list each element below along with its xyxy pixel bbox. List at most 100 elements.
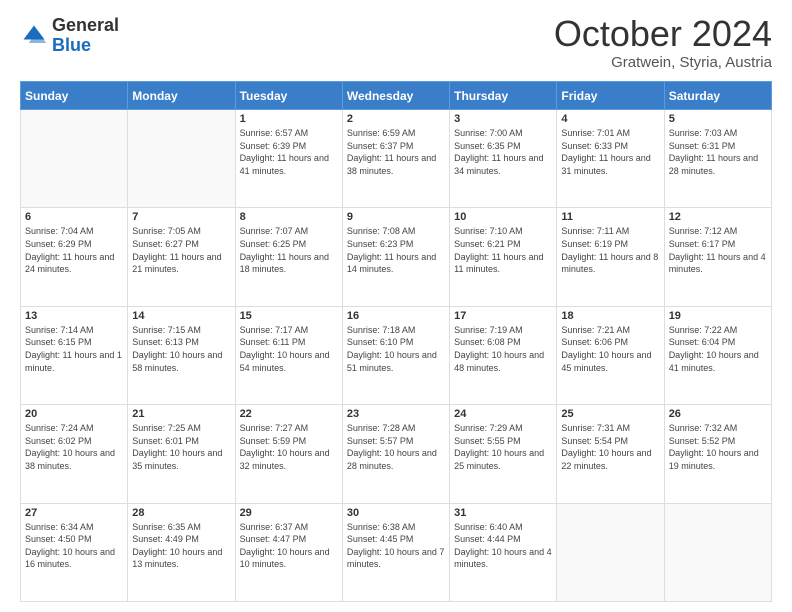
day-info: Sunrise: 7:07 AMSunset: 6:25 PMDaylight:… — [240, 225, 338, 275]
day-info: Sunrise: 7:05 AMSunset: 6:27 PMDaylight:… — [132, 225, 230, 275]
day-info: Sunrise: 7:04 AMSunset: 6:29 PMDaylight:… — [25, 225, 123, 275]
day-number: 24 — [454, 408, 552, 420]
day-info: Sunrise: 7:15 AMSunset: 6:13 PMDaylight:… — [132, 324, 230, 374]
day-info: Sunrise: 7:24 AMSunset: 6:02 PMDaylight:… — [25, 422, 123, 472]
calendar-cell: 9 Sunrise: 7:08 AMSunset: 6:23 PMDaylight… — [342, 208, 449, 306]
day-number: 19 — [669, 310, 767, 322]
day-number: 12 — [669, 211, 767, 223]
day-info: Sunrise: 6:57 AMSunset: 6:39 PMDaylight:… — [240, 127, 338, 177]
calendar-cell: 24 Sunrise: 7:29 AMSunset: 5:55 PMDayligh… — [450, 405, 557, 503]
calendar-cell: 7Sunrise: 7:05 AMSunset: 6:27 PMDaylight… — [128, 208, 235, 306]
header: General Blue October 2024 Gratwein, Styr… — [20, 16, 772, 71]
day-info: Sunrise: 7:12 AMSunset: 6:17 PMDaylight:… — [669, 225, 767, 275]
weekday-header: Tuesday — [235, 82, 342, 110]
day-info: Sunrise: 7:21 AMSunset: 6:06 PMDaylight:… — [561, 324, 659, 374]
day-number: 21 — [132, 408, 230, 420]
day-info: Sunrise: 6:38 AMSunset: 4:45 PMDaylight:… — [347, 521, 445, 571]
weekday-header: Monday — [128, 82, 235, 110]
calendar-cell: 12 Sunrise: 7:12 AMSunset: 6:17 PMDayligh… — [664, 208, 771, 306]
calendar-cell — [128, 110, 235, 208]
day-number: 14 — [132, 310, 230, 322]
calendar-table: SundayMondayTuesdayWednesdayThursdayFrid… — [20, 81, 772, 602]
weekday-header: Friday — [557, 82, 664, 110]
day-number: 1 — [240, 113, 338, 125]
location: Gratwein, Styria, Austria — [554, 54, 772, 71]
day-info: Sunrise: 7:10 AMSunset: 6:21 PMDaylight:… — [454, 225, 552, 275]
day-info: Sunrise: 7:01 AMSunset: 6:33 PMDaylight:… — [561, 127, 659, 177]
calendar-cell: 31Sunrise: 6:40 AMSunset: 4:44 PMDayligh… — [450, 503, 557, 601]
page: General Blue October 2024 Gratwein, Styr… — [0, 0, 792, 612]
calendar-cell: 22 Sunrise: 7:27 AMSunset: 5:59 PMDayligh… — [235, 405, 342, 503]
logo-blue-text: Blue — [52, 35, 91, 55]
weekday-header: Sunday — [21, 82, 128, 110]
day-number: 3 — [454, 113, 552, 125]
logo: General Blue — [20, 16, 119, 56]
day-number: 10 — [454, 211, 552, 223]
day-number: 18 — [561, 310, 659, 322]
weekday-header: Thursday — [450, 82, 557, 110]
calendar-cell: 28 Sunrise: 6:35 AMSunset: 4:49 PMDayligh… — [128, 503, 235, 601]
day-info: Sunrise: 7:28 AMSunset: 5:57 PMDaylight:… — [347, 422, 445, 472]
day-info: Sunrise: 7:08 AMSunset: 6:23 PMDaylight:… — [347, 225, 445, 275]
calendar-cell: 11Sunrise: 7:11 AMSunset: 6:19 PMDayligh… — [557, 208, 664, 306]
calendar-cell: 29 Sunrise: 6:37 AMSunset: 4:47 PMDayligh… — [235, 503, 342, 601]
calendar-cell: 19 Sunrise: 7:22 AMSunset: 6:04 PMDayligh… — [664, 306, 771, 404]
day-info: Sunrise: 7:31 AMSunset: 5:54 PMDaylight:… — [561, 422, 659, 472]
day-number: 17 — [454, 310, 552, 322]
day-info: Sunrise: 7:11 AMSunset: 6:19 PMDaylight:… — [561, 225, 659, 275]
day-info: Sunrise: 7:17 AMSunset: 6:11 PMDaylight:… — [240, 324, 338, 374]
calendar-cell: 10 Sunrise: 7:10 AMSunset: 6:21 PMDayligh… — [450, 208, 557, 306]
calendar-week-row: 13Sunrise: 7:14 AMSunset: 6:15 PMDayligh… — [21, 306, 772, 404]
day-info: Sunrise: 6:37 AMSunset: 4:47 PMDaylight:… — [240, 521, 338, 571]
day-number: 30 — [347, 507, 445, 519]
day-number: 4 — [561, 113, 659, 125]
calendar-cell: 30 Sunrise: 6:38 AMSunset: 4:45 PMDayligh… — [342, 503, 449, 601]
day-info: Sunrise: 7:25 AMSunset: 6:01 PMDaylight:… — [132, 422, 230, 472]
day-number: 20 — [25, 408, 123, 420]
calendar-cell: 1 Sunrise: 6:57 AMSunset: 6:39 PMDaylight… — [235, 110, 342, 208]
day-number: 5 — [669, 113, 767, 125]
calendar-cell: 16Sunrise: 7:18 AMSunset: 6:10 PMDayligh… — [342, 306, 449, 404]
day-number: 22 — [240, 408, 338, 420]
calendar-week-row: 1 Sunrise: 6:57 AMSunset: 6:39 PMDaylight… — [21, 110, 772, 208]
day-number: 29 — [240, 507, 338, 519]
day-number: 28 — [132, 507, 230, 519]
calendar-cell: 21 Sunrise: 7:25 AMSunset: 6:01 PMDayligh… — [128, 405, 235, 503]
calendar-cell: 17 Sunrise: 7:19 AMSunset: 6:08 PMDayligh… — [450, 306, 557, 404]
day-number: 8 — [240, 211, 338, 223]
day-number: 25 — [561, 408, 659, 420]
logo-text: General Blue — [52, 16, 119, 56]
calendar-cell: 26Sunrise: 7:32 AMSunset: 5:52 PMDayligh… — [664, 405, 771, 503]
weekday-header: Wednesday — [342, 82, 449, 110]
calendar-cell: 25 Sunrise: 7:31 AMSunset: 5:54 PMDayligh… — [557, 405, 664, 503]
day-info: Sunrise: 6:34 AMSunset: 4:50 PMDaylight:… — [25, 521, 123, 571]
day-info: Sunrise: 6:35 AMSunset: 4:49 PMDaylight:… — [132, 521, 230, 571]
day-number: 2 — [347, 113, 445, 125]
day-info: Sunrise: 7:27 AMSunset: 5:59 PMDaylight:… — [240, 422, 338, 472]
calendar-cell: 18 Sunrise: 7:21 AMSunset: 6:06 PMDayligh… — [557, 306, 664, 404]
calendar-cell: 3Sunrise: 7:00 AMSunset: 6:35 PMDaylight… — [450, 110, 557, 208]
logo-icon — [20, 22, 48, 50]
day-number: 31 — [454, 507, 552, 519]
calendar-week-row: 20 Sunrise: 7:24 AMSunset: 6:02 PMDayligh… — [21, 405, 772, 503]
day-info: Sunrise: 7:03 AMSunset: 6:31 PMDaylight:… — [669, 127, 767, 177]
day-number: 6 — [25, 211, 123, 223]
day-info: Sunrise: 7:32 AMSunset: 5:52 PMDaylight:… — [669, 422, 767, 472]
day-info: Sunrise: 7:19 AMSunset: 6:08 PMDaylight:… — [454, 324, 552, 374]
day-number: 23 — [347, 408, 445, 420]
day-info: Sunrise: 7:14 AMSunset: 6:15 PMDaylight:… — [25, 324, 123, 374]
calendar-cell: 4 Sunrise: 7:01 AMSunset: 6:33 PMDaylight… — [557, 110, 664, 208]
day-info: Sunrise: 7:22 AMSunset: 6:04 PMDaylight:… — [669, 324, 767, 374]
calendar-cell: 8 Sunrise: 7:07 AMSunset: 6:25 PMDaylight… — [235, 208, 342, 306]
day-number: 9 — [347, 211, 445, 223]
day-number: 16 — [347, 310, 445, 322]
calendar-cell: 20 Sunrise: 7:24 AMSunset: 6:02 PMDayligh… — [21, 405, 128, 503]
calendar-cell: 15 Sunrise: 7:17 AMSunset: 6:11 PMDayligh… — [235, 306, 342, 404]
calendar-cell: 13Sunrise: 7:14 AMSunset: 6:15 PMDayligh… — [21, 306, 128, 404]
title-block: October 2024 Gratwein, Styria, Austria — [554, 16, 772, 71]
calendar-week-row: 6 Sunrise: 7:04 AMSunset: 6:29 PMDaylight… — [21, 208, 772, 306]
day-info: Sunrise: 6:59 AMSunset: 6:37 PMDaylight:… — [347, 127, 445, 177]
day-info: Sunrise: 7:29 AMSunset: 5:55 PMDaylight:… — [454, 422, 552, 472]
day-number: 15 — [240, 310, 338, 322]
calendar-cell: 6 Sunrise: 7:04 AMSunset: 6:29 PMDaylight… — [21, 208, 128, 306]
